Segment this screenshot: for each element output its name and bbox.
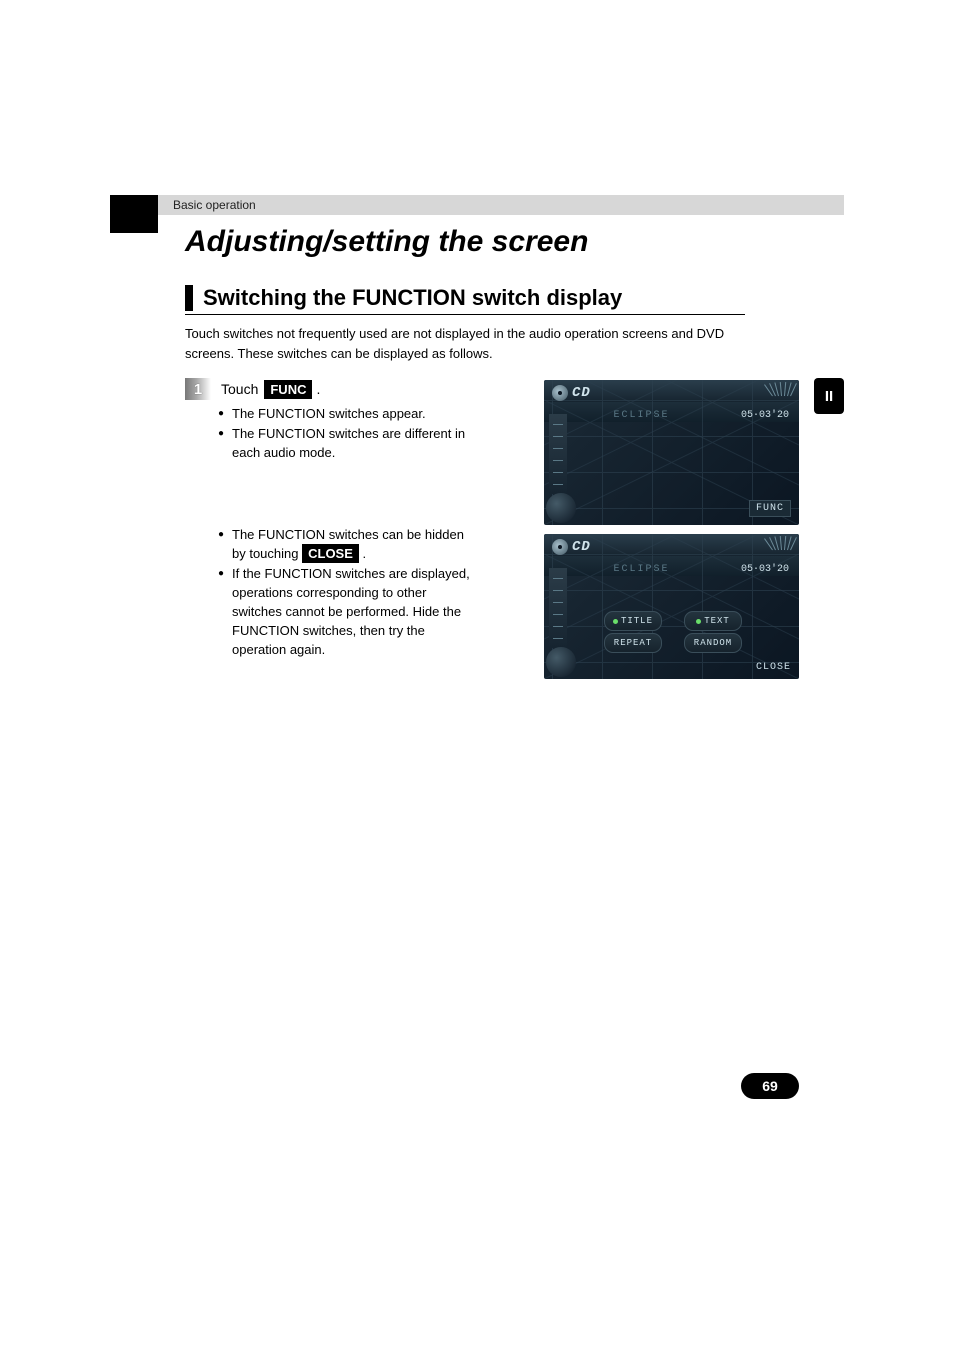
list-item: If the FUNCTION switches are displayed, …	[218, 564, 478, 659]
bullet-list-1: The FUNCTION switches appear. The FUNCTI…	[218, 404, 468, 463]
time-display: 05·03'20	[741, 410, 789, 421]
volume-knob-icon	[546, 647, 576, 677]
indicator-dot-icon	[696, 619, 701, 624]
step-row: 1 Touch FUNC .	[185, 378, 320, 400]
repeat-button[interactable]: REPEAT	[604, 633, 662, 653]
text-button[interactable]: TEXT	[684, 611, 742, 631]
source-label: CD	[572, 385, 591, 401]
disc-icon	[552, 385, 568, 401]
source-label: CD	[572, 539, 591, 555]
page-number-value: 69	[762, 1078, 778, 1094]
section-heading-row: Switching the FUNCTION switch display	[185, 285, 622, 311]
source-indicator: CD	[552, 385, 591, 401]
indicator-dot-icon	[613, 619, 618, 624]
chapter-tab: II	[814, 378, 844, 414]
device-screenshot-1: CD ECLIPSE 05·03'20 FUNC	[544, 380, 799, 525]
device-screenshot-2: CD ECLIPSE 05·03'20 TITLE TEXT REPEAT RA…	[544, 534, 799, 679]
close-button[interactable]: CLOSE	[756, 662, 791, 673]
random-button-label: RANDOM	[694, 638, 732, 648]
section-tab	[110, 195, 158, 233]
repeat-button-label: REPEAT	[614, 638, 652, 648]
header-category: Basic operation	[173, 198, 256, 212]
page-title: Adjusting/setting the screen	[185, 225, 588, 259]
close-label-inline: CLOSE	[302, 544, 359, 563]
func-button[interactable]: FUNC	[749, 500, 791, 517]
close-button-label: CLOSE	[756, 662, 791, 673]
bullet-b1-suffix: .	[363, 546, 367, 561]
step-number-badge: 1	[185, 378, 211, 400]
chapter-tab-label: II	[825, 388, 833, 405]
func-button-label: FUNC	[756, 503, 784, 514]
section-underline	[185, 314, 745, 315]
ticks-decoration-icon	[772, 536, 791, 550]
volume-strip	[549, 568, 567, 648]
title-button-label: TITLE	[621, 616, 653, 626]
list-item: The FUNCTION switches are different in e…	[218, 424, 468, 462]
intro-text: Touch switches not frequently used are n…	[185, 324, 745, 364]
list-item: The FUNCTION switches can be hidden by t…	[218, 525, 478, 563]
time-display: 05·03'20	[741, 564, 789, 575]
title-button[interactable]: TITLE	[604, 611, 662, 631]
track-name: ECLIPSE	[599, 564, 684, 575]
random-button[interactable]: RANDOM	[684, 633, 742, 653]
bullet-list-2: The FUNCTION switches can be hidden by t…	[218, 525, 478, 660]
disc-icon	[552, 539, 568, 555]
ticks-decoration-icon	[772, 382, 791, 396]
volume-strip	[549, 414, 567, 494]
step-number: 1	[194, 381, 202, 398]
text-button-label: TEXT	[704, 616, 730, 626]
list-item: The FUNCTION switches appear.	[218, 404, 468, 423]
page-number: 69	[741, 1073, 799, 1099]
source-indicator: CD	[552, 539, 591, 555]
section-bar-icon	[185, 285, 193, 311]
volume-knob-icon	[546, 493, 576, 523]
header-strip: Basic operation	[158, 195, 844, 215]
step-suffix: .	[316, 381, 320, 397]
func-label-inline: FUNC	[264, 380, 312, 399]
section-heading: Switching the FUNCTION switch display	[203, 285, 622, 311]
step-prefix: Touch	[221, 381, 258, 397]
track-name: ECLIPSE	[599, 410, 684, 421]
